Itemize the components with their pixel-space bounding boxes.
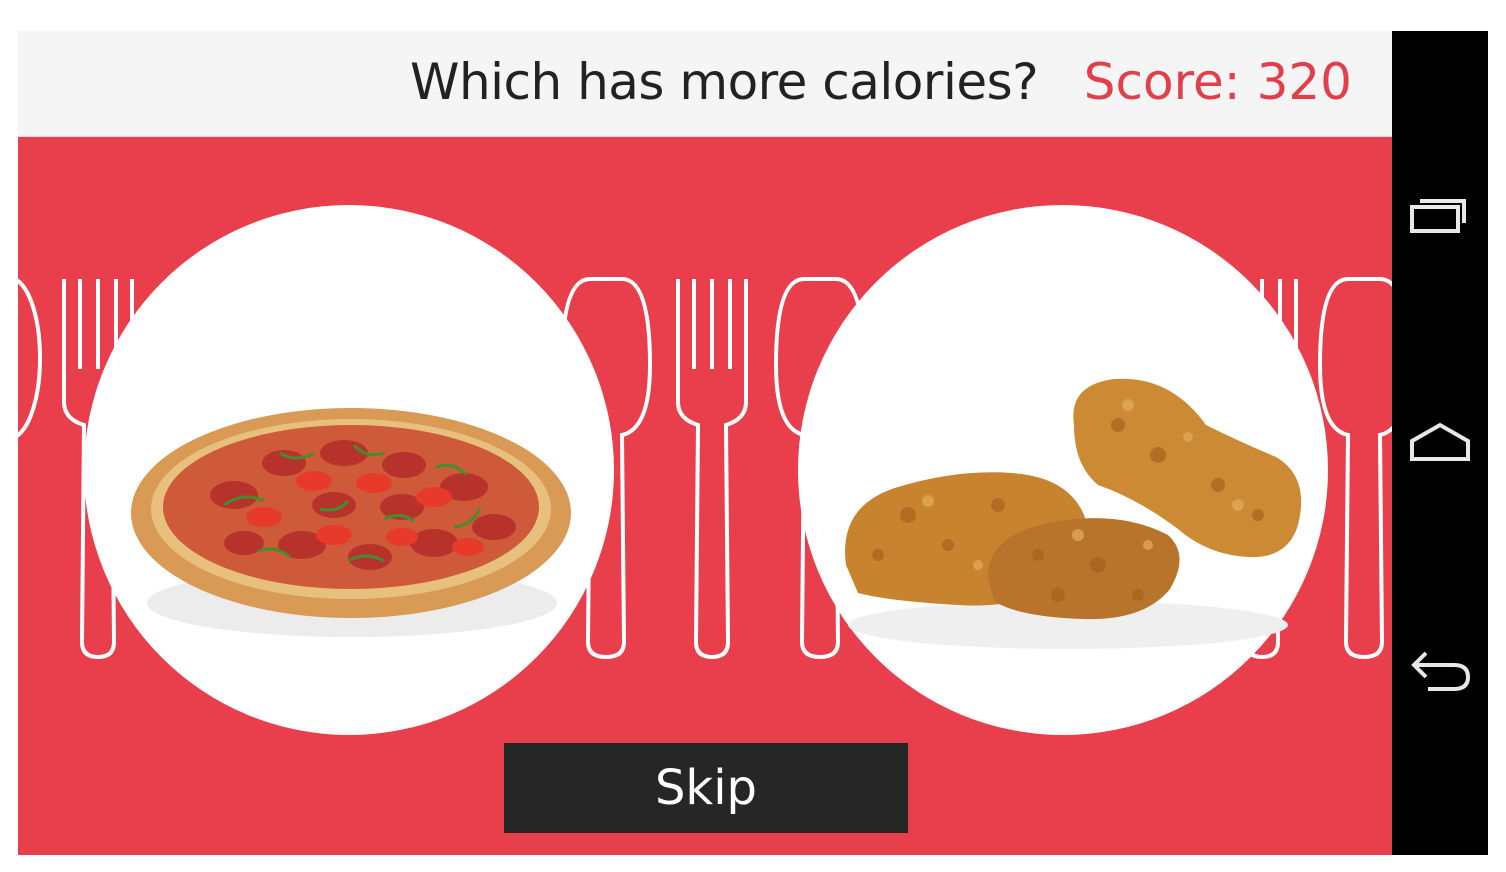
game-app: Which has more calories? Score: 320 Skip [18, 31, 1392, 855]
recent-apps-icon [1410, 199, 1466, 233]
question-text: Which has more calories? [410, 53, 1039, 111]
recent-apps-button[interactable] [1406, 185, 1474, 245]
pizza-image [131, 408, 571, 637]
fried-chicken-image [845, 378, 1302, 649]
header-bar: Which has more calories? Score: 320 [18, 31, 1392, 137]
choice-plate-fried-chicken[interactable] [798, 205, 1328, 735]
back-icon [1411, 651, 1471, 691]
game-area: Skip [18, 137, 1392, 855]
skip-button[interactable]: Skip [504, 743, 908, 833]
score-label: Score: [1083, 53, 1241, 111]
device-screen: Which has more calories? Score: 320 Skip [18, 31, 1488, 855]
home-button[interactable] [1406, 413, 1474, 473]
back-button[interactable] [1406, 641, 1474, 701]
score-value: 320 [1256, 53, 1352, 111]
choice-plate-pizza[interactable] [84, 205, 614, 735]
score-display: Score: 320 [1084, 51, 1352, 113]
android-nav-bar [1392, 31, 1488, 855]
home-icon [1410, 422, 1470, 461]
